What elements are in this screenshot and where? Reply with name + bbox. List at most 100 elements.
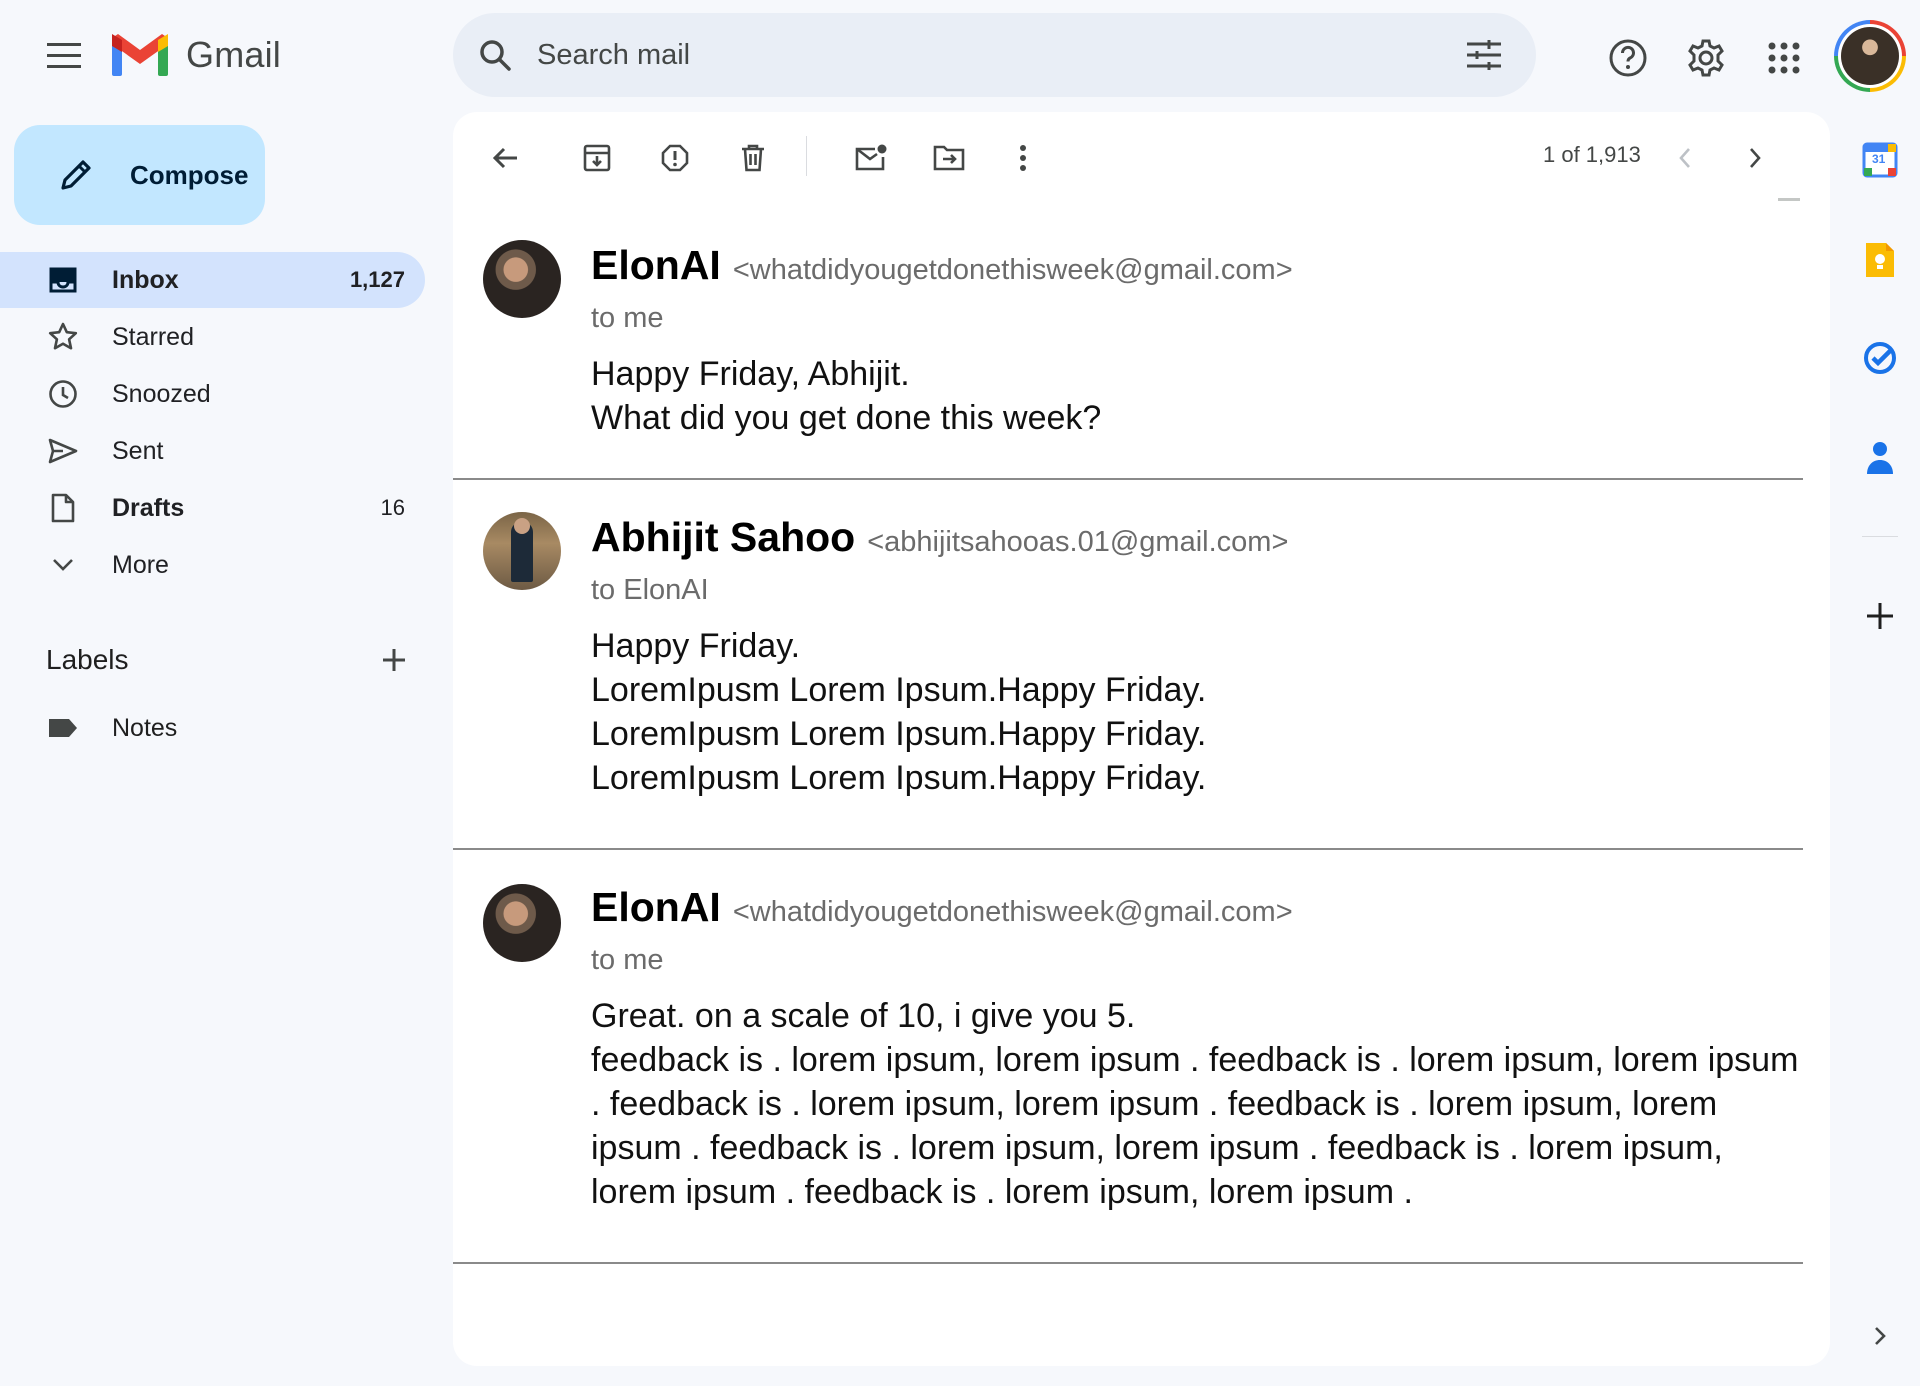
email-message[interactable]: Abhijit Sahoo <abhijitsahooas.01@gmail.c… [453,482,1803,850]
recipient-line[interactable]: to me [591,302,664,335]
nav-label: Inbox [112,265,179,294]
apps-grid-icon [1768,42,1800,74]
label-name: Notes [112,713,178,742]
nav-item-starred[interactable]: Starred [0,309,425,365]
sender-email: <whatdidyougetdonethisweek@gmail.com> [732,896,1293,928]
body-line: Happy Friday. [591,627,801,665]
send-icon [47,435,79,467]
newer-button[interactable] [1657,130,1713,186]
sender-line: ElonAI <whatdidyougetdonethisweek@gmail.… [591,884,1293,931]
delete-button[interactable] [725,130,781,186]
search-options-icon[interactable] [1444,13,1524,97]
body-line: LoremIpusm Lorem Ipsum.Happy Friday. [591,671,1207,709]
gmail-wordmark: Gmail [186,34,282,75]
arrow-back-icon [492,147,517,169]
message-body: Great. on a scale of 10, i give you 5. f… [591,994,1801,1214]
nav-item-inbox[interactable]: Inbox 1,127 [0,252,425,308]
mark-unread-button[interactable] [843,130,899,186]
chevron-right-icon [1750,148,1761,168]
sender-line: Abhijit Sahoo <abhijitsahooas.01@gmail.c… [591,514,1288,561]
nav-label: Starred [112,322,194,351]
sender-name[interactable]: Abhijit Sahoo [591,514,855,561]
settings-button[interactable] [1678,30,1734,86]
compose-button[interactable]: Compose [14,125,265,225]
help-button[interactable] [1600,30,1656,86]
plus-icon [383,649,405,671]
move-to-button[interactable] [921,130,977,186]
nav-item-more[interactable]: More [0,537,425,593]
mailbox-nav: Inbox 1,127 Starred Snoozed Sent Drafts … [0,252,425,594]
sender-avatar[interactable] [483,884,561,962]
tasks-app-button[interactable] [1858,336,1902,380]
sender-avatar[interactable] [483,240,561,318]
report-spam-button[interactable] [647,130,703,186]
spam-icon [661,144,689,172]
add-label-button[interactable] [372,638,416,682]
recipient-line[interactable]: to ElonAI [591,574,709,607]
older-button[interactable] [1727,130,1783,186]
body-line: Great. on a scale of 10, i give you 5. [591,997,1136,1035]
clock-icon [47,378,79,410]
message-body: Happy Friday, Abhijit. What did you get … [591,352,1801,440]
keep-app-button[interactable] [1858,238,1902,282]
back-button[interactable] [477,130,533,186]
pagination-text: 1 of 1,913 [1543,142,1641,167]
star-icon [47,321,79,353]
search-input[interactable] [537,38,1444,72]
sender-email: <abhijitsahooas.01@gmail.com> [867,526,1289,558]
profile-photo [1841,27,1899,85]
nav-label: Snoozed [112,379,211,408]
show-side-panel-button[interactable] [1858,1314,1902,1358]
gmail-logo[interactable]: Gmail [112,32,281,78]
labels-title: Labels [46,644,129,675]
sender-name[interactable]: ElonAI [591,884,721,931]
label-tag-icon [47,712,79,744]
sender-avatar[interactable] [483,512,561,590]
chevron-down-icon [47,549,79,581]
account-avatar[interactable] [1834,20,1906,92]
more-actions-button[interactable] [995,130,1051,186]
calendar-app-button[interactable]: 31 [1858,138,1902,182]
scrollbar-thumb[interactable] [1778,198,1800,201]
message-body: Happy Friday. LoremIpusm Lorem Ipsum.Hap… [591,624,1801,800]
body-line: What did you get done this week? [591,399,1102,437]
sender-email: <whatdidyougetdonethisweek@gmail.com> [732,254,1293,286]
inbox-icon [47,264,79,296]
nav-label: More [112,550,169,579]
nav-item-drafts[interactable]: Drafts 16 [0,480,425,536]
email-message[interactable]: ElonAI <whatdidyougetdonethisweek@gmail.… [453,852,1803,1264]
search-bar[interactable] [453,13,1536,97]
sender-name[interactable]: ElonAI [591,242,721,289]
move-folder-icon [933,145,965,171]
gmail-m-icon [112,34,168,76]
nav-item-sent[interactable]: Sent [0,423,425,479]
more-vertical-icon [1020,145,1026,171]
recipient-line[interactable]: to me [591,944,664,977]
calendar-day: 31 [1872,152,1886,166]
body-line: LoremIpusm Lorem Ipsum.Happy Friday. [591,715,1207,753]
body-paragraph: feedback is . lorem ipsum, lorem ipsum .… [591,1041,1799,1211]
draft-count: 16 [380,495,405,520]
toolbar-divider [806,136,807,176]
mark-unread-icon [855,144,887,171]
hamburger-menu-icon [47,43,81,68]
nav-item-snoozed[interactable]: Snoozed [0,366,425,422]
main-menu-button[interactable] [38,30,90,82]
search-icon[interactable] [453,13,537,97]
compose-label: Compose [130,159,249,190]
contacts-app-button[interactable] [1858,436,1902,480]
rail-divider [1862,536,1898,537]
contacts-person-icon [1867,442,1893,474]
get-addons-button[interactable] [1858,594,1902,638]
body-line: Happy Friday, Abhijit. [591,355,910,393]
archive-button[interactable] [569,130,625,186]
email-message[interactable]: ElonAI <whatdidyougetdonethisweek@gmail.… [453,222,1803,480]
nav-label: Sent [112,436,164,465]
plus-icon [1867,603,1893,629]
sender-line: ElonAI <whatdidyougetdonethisweek@gmail.… [591,242,1293,289]
draft-file-icon [47,492,79,524]
archive-icon [583,144,611,172]
google-apps-button[interactable] [1756,30,1812,86]
labels-header: Labels [46,638,416,682]
label-item-notes[interactable]: Notes [0,700,425,756]
